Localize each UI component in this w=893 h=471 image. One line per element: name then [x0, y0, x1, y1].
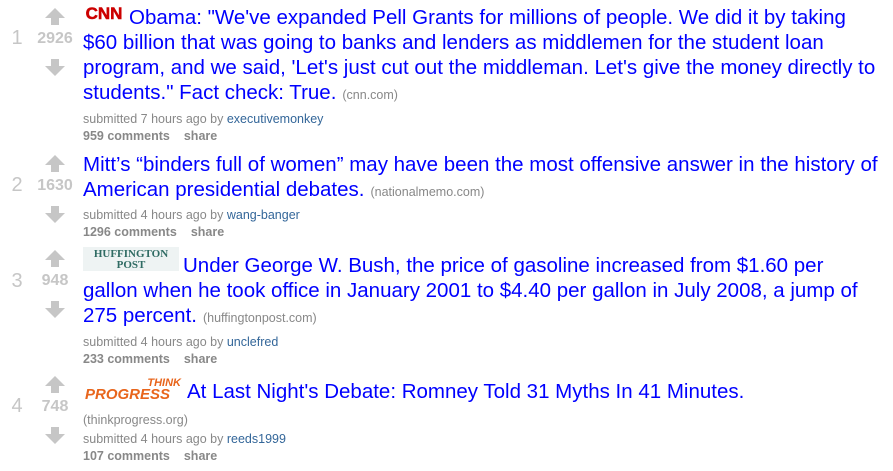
- post-author-link[interactable]: executivemonkey: [227, 112, 324, 126]
- post-domain[interactable]: (huffingtonpost.com): [203, 311, 317, 325]
- svg-text:POST: POST: [117, 259, 146, 271]
- post-rank: 4: [11, 395, 23, 417]
- post-title: CNN Obama: "We've expanded Pell Grants f…: [83, 3, 883, 108]
- upvote-arrow-icon[interactable]: [45, 155, 65, 172]
- post-rank: 2: [11, 174, 23, 196]
- submitted-text: submitted 7 hours ago by: [83, 112, 224, 126]
- downvote-arrow-icon[interactable]: [45, 206, 65, 223]
- post-title-link[interactable]: Under George W. Bush, the price of gasol…: [83, 254, 858, 327]
- post-author-link[interactable]: wang-banger: [227, 208, 300, 222]
- post-buttons: 1296 comments share: [83, 224, 883, 241]
- share-link[interactable]: share: [184, 129, 217, 143]
- post-buttons: 959 comments share: [83, 128, 883, 145]
- think-progress-logo-icon: THINK PROGRESS: [85, 377, 182, 402]
- post-domain[interactable]: (cnn.com): [342, 88, 398, 102]
- post-tagline: submitted 4 hours ago by wang-banger: [83, 207, 883, 224]
- downvote-arrow-icon[interactable]: [45, 301, 65, 318]
- cnn-logo-icon: CNN: [83, 3, 125, 23]
- post-buttons: 107 comments share: [83, 448, 883, 465]
- post-domain[interactable]: (nationalmemo.com): [370, 185, 484, 199]
- submitted-text: submitted 4 hours ago by: [83, 432, 224, 446]
- post-title: HUFFINGTON POST Under George W. Bush, th…: [83, 247, 883, 331]
- comments-link[interactable]: 233 comments: [83, 352, 170, 366]
- post-score: 748: [41, 398, 69, 415]
- vote-controls: 1630: [34, 155, 76, 223]
- post-score: 948: [41, 272, 69, 289]
- downvote-arrow-icon[interactable]: [45, 59, 65, 76]
- post-tagline: submitted 7 hours ago by executivemonkey: [83, 111, 883, 128]
- post-score: 2926: [37, 30, 73, 47]
- share-link[interactable]: share: [184, 352, 217, 366]
- vote-controls: 2926: [34, 8, 76, 76]
- post-author-link[interactable]: reeds1999: [227, 432, 286, 446]
- svg-text:CNN: CNN: [86, 4, 123, 23]
- post-title-link[interactable]: Obama: "We've expanded Pell Grants for m…: [83, 6, 875, 104]
- post-rank: 3: [11, 270, 23, 292]
- vote-controls: 748: [34, 376, 76, 444]
- post-entry: HUFFINGTON POST Under George W. Bush, th…: [83, 247, 883, 368]
- vote-controls: 948: [34, 250, 76, 318]
- post-author-link[interactable]: unclefred: [227, 335, 278, 349]
- post-title: THINK PROGRESS At Last Night's Debate: R…: [83, 376, 883, 408]
- submitted-text: submitted 4 hours ago by: [83, 335, 224, 349]
- post-title-link[interactable]: At Last Night's Debate: Romney Told 31 M…: [187, 380, 744, 403]
- upvote-arrow-icon[interactable]: [45, 376, 65, 393]
- post-tagline: submitted 4 hours ago by unclefred: [83, 334, 883, 351]
- post-score: 1630: [37, 177, 73, 194]
- share-link[interactable]: share: [191, 225, 224, 239]
- comments-link[interactable]: 959 comments: [83, 129, 170, 143]
- post-entry: Mitt’s “binders full of women” may have …: [83, 152, 883, 241]
- comments-link[interactable]: 1296 comments: [83, 225, 177, 239]
- post-buttons: 233 comments share: [83, 351, 883, 368]
- share-link[interactable]: share: [184, 449, 217, 463]
- upvote-arrow-icon[interactable]: [45, 250, 65, 267]
- post-tagline: submitted 4 hours ago by reeds1999: [83, 431, 883, 448]
- post-title: Mitt’s “binders full of women” may have …: [83, 152, 883, 205]
- post-domain-line: (thinkprogress.org): [83, 412, 883, 429]
- svg-text:PROGRESS: PROGRESS: [85, 386, 170, 402]
- upvote-arrow-icon[interactable]: [45, 8, 65, 25]
- post-domain[interactable]: (thinkprogress.org): [83, 413, 188, 427]
- post-entry: THINK PROGRESS At Last Night's Debate: R…: [83, 376, 883, 465]
- comments-link[interactable]: 107 comments: [83, 449, 170, 463]
- downvote-arrow-icon[interactable]: [45, 427, 65, 444]
- submitted-text: submitted 4 hours ago by: [83, 208, 224, 222]
- post-entry: CNN Obama: "We've expanded Pell Grants f…: [83, 3, 883, 145]
- huffington-post-logo-icon: HUFFINGTON POST: [83, 247, 179, 271]
- post-rank: 1: [11, 27, 23, 49]
